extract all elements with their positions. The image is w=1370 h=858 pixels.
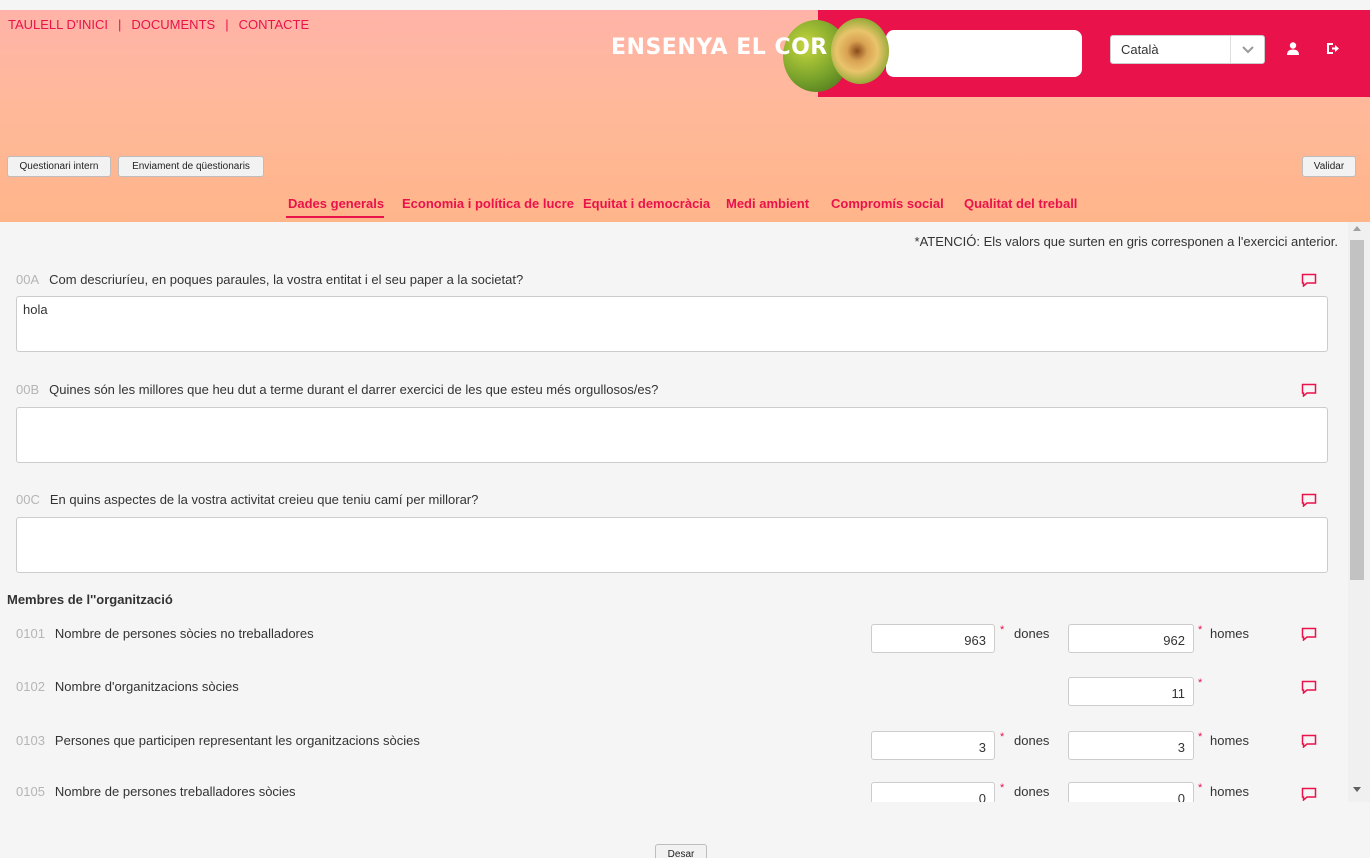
unit-women: dones [1014,784,1050,799]
logo-peach-fruit [831,18,889,84]
unit-women: dones [1014,626,1050,641]
language-select[interactable]: Català [1110,35,1265,64]
question-0101: 0101 Nombre de persones sòcies no treball… [16,626,314,641]
language-dropdown-toggle[interactable] [1230,36,1264,63]
chevron-down-icon [1242,46,1254,54]
send-questionnaires-button[interactable]: Enviament de qüestionaris [118,156,264,177]
entity-name-box [886,30,1082,77]
question-00c: 00C En quins aspectes de la vostra activi… [16,492,478,507]
unit-men: homes [1210,784,1250,799]
question-00b: 00B Quines són les millores que heu dut a… [16,382,658,397]
required-mark: * [1000,782,1005,794]
question-0102: 0102 Nombre d'organitzacions sòcies [16,679,239,694]
women-count-input[interactable]: 963 [871,624,995,653]
members-section-title: Membres de l''organització [7,592,173,607]
comment-icon[interactable] [1301,787,1317,801]
tab-equity[interactable]: Equitat i democràcia [583,196,710,211]
required-mark: * [1000,624,1005,636]
top-strip [0,0,1370,10]
question-code: 0105 [16,784,45,799]
comment-icon[interactable] [1301,493,1317,507]
organizations-count-input[interactable]: 11 [1068,677,1194,706]
answer-00a-textarea[interactable]: hola [16,296,1328,352]
women-count-input[interactable]: 0 [871,782,995,802]
comment-icon[interactable] [1301,627,1317,641]
required-mark: * [1198,782,1203,794]
women-count-input[interactable]: 3 [871,731,995,760]
internal-questionnaire-button[interactable]: Questionari intern [7,156,111,177]
required-mark: * [1198,731,1203,743]
user-icon[interactable] [1287,42,1299,55]
question-code: 0102 [16,679,45,694]
validate-button[interactable]: Validar [1302,156,1356,177]
tab-environment[interactable]: Medi ambient [726,196,809,211]
save-button[interactable]: Desar [655,844,707,858]
answer-00b-textarea[interactable] [16,407,1328,463]
question-text: Nombre de persones sòcies no treballador… [54,626,314,641]
tab-bar: Dades generals Economia i política de lu… [0,196,1370,222]
tab-economy[interactable]: Economia i política de lucre [402,196,574,211]
nav-separator: | [118,17,122,32]
nav-contact-link[interactable]: CONTACTE [239,17,310,32]
question-text: Com descriuríeu, en poques paraules, la … [49,272,524,287]
required-mark: * [1000,731,1005,743]
tab-work-quality[interactable]: Qualitat del treball [964,196,1077,211]
language-value: Català [1121,42,1159,57]
question-text: Persones que participen representant les… [54,733,420,748]
question-code: 0103 [16,733,45,748]
attention-note: *ATENCIÓ: Els valors que surten en gris … [914,234,1338,249]
question-code: 00B [16,382,40,397]
comment-icon[interactable] [1301,734,1317,748]
logo-text: ENSENYA EL COR [611,35,828,60]
question-text: En quins aspectes de la vostra activitat… [49,492,479,507]
nav-documents-link[interactable]: DOCUMENTS [131,17,215,32]
unit-men: homes [1210,626,1250,641]
answer-00c-textarea[interactable] [16,517,1328,573]
unit-men: homes [1210,733,1250,748]
comment-icon[interactable] [1301,383,1317,397]
men-count-input[interactable]: 962 [1068,624,1194,653]
question-code: 00C [16,492,40,507]
question-text: Nombre de persones treballadores sòcies [54,784,296,799]
tab-social-commitment[interactable]: Compromís social [831,196,944,211]
nav-separator: | [225,17,229,32]
required-mark: * [1198,624,1203,636]
header: TAULELL D'INICI | DOCUMENTS | CONTACTE ENSEN… [0,10,1370,222]
question-0103: 0103 Persones que participen representant… [16,733,420,748]
form-content: *ATENCIÓ: Els valors que surten en gris … [0,222,1348,802]
nav-home-link[interactable]: TAULELL D'INICI [8,17,108,32]
comment-icon[interactable] [1301,680,1317,694]
men-count-input[interactable]: 0 [1068,782,1194,802]
men-count-input[interactable]: 3 [1068,731,1194,760]
question-0105: 0105 Nombre de persones treballadores sòc… [16,784,296,799]
top-nav: TAULELL D'INICI | DOCUMENTS | CONTACTE [8,17,309,32]
scrollbar-thumb[interactable] [1350,240,1364,580]
unit-women: dones [1014,733,1050,748]
question-text: Nombre d'organitzacions sòcies [54,679,239,694]
question-text: Quines són les millores que heu dut a te… [49,382,659,397]
comment-icon[interactable] [1301,273,1317,287]
required-mark: * [1198,677,1203,689]
vertical-scrollbar[interactable] [1348,222,1370,802]
scroll-down-arrow[interactable] [1353,787,1361,792]
question-code: 00A [16,272,40,287]
active-tab-underline [286,216,384,218]
question-code: 0101 [16,626,45,641]
logout-icon[interactable] [1326,42,1339,55]
tab-general-data[interactable]: Dades generals [288,196,384,211]
scroll-up-arrow[interactable] [1353,226,1361,231]
question-00a: 00A Com descriuríeu, en poques paraules, … [16,272,523,287]
